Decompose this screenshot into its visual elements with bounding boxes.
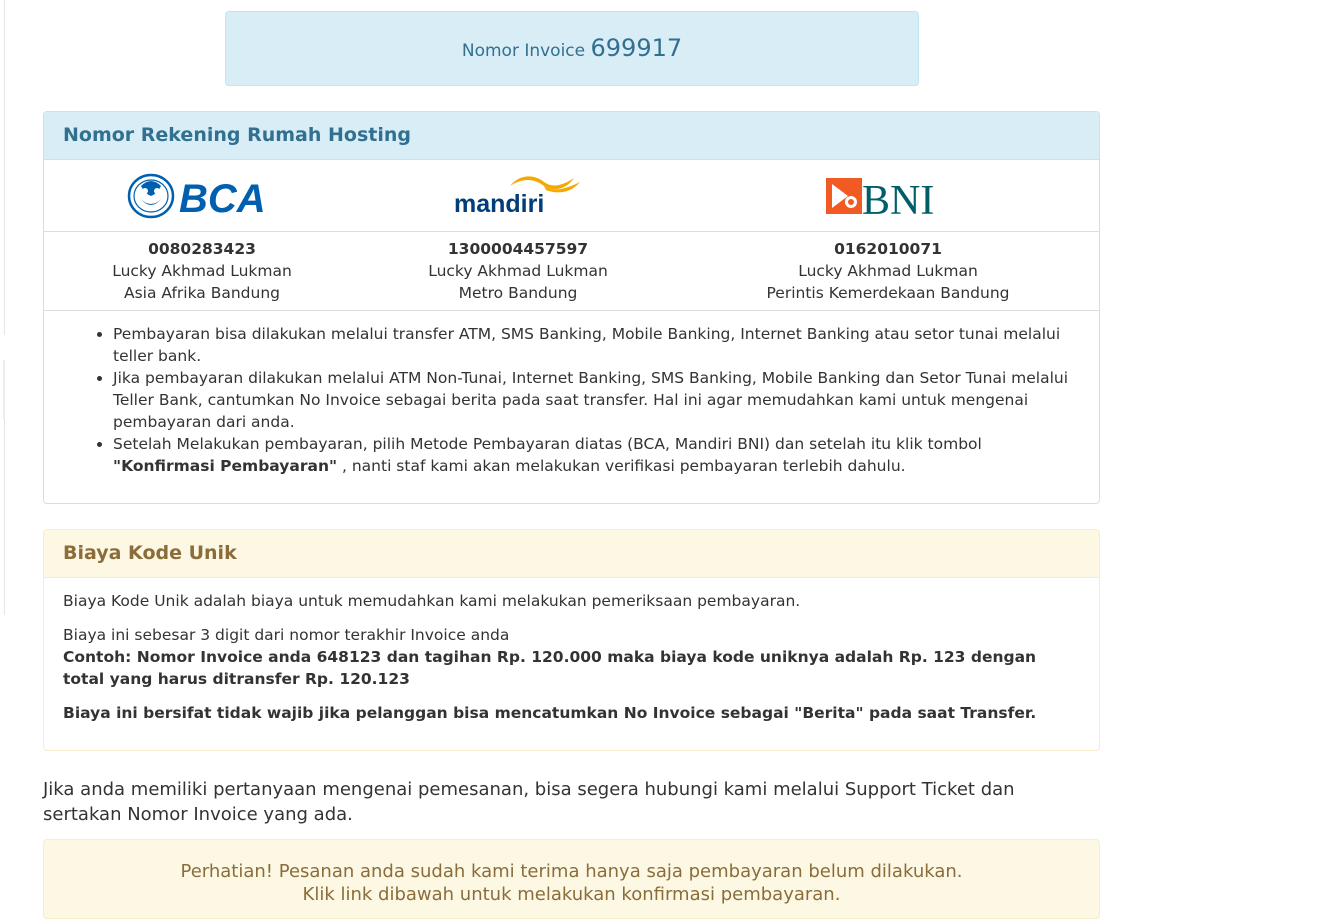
bca-logo-text: BCA [179,177,266,220]
account-number: 1300004457597 [447,240,589,258]
bank-accounts-row: 0080283423 Lucky Akhmad Lukman Asia Afri… [44,232,1099,311]
unique-code-amount: Biaya ini sebesar 3 digit dari nomor ter… [63,626,510,644]
invoice-number: 699917 [590,34,683,62]
bni-logo[interactable]: BNI [758,160,1018,231]
account-branch: Asia Afrika Bandung [123,284,280,302]
account-holder: Lucky Akhmad Lukman [798,262,978,280]
account-number: 0080283423 [148,240,256,258]
unique-code-body: Biaya Kode Unik adalah biaya untuk memud… [44,578,1099,724]
invoice-label: Nomor Invoice [461,41,586,61]
account-branch: Perintis Kemerdekaan Bandung [766,284,1010,302]
bank-panel-title: Nomor Rekening Rumah Hosting [44,112,1099,160]
list-item: Setelah Melakukan pembayaran, pilih Meto… [113,433,1073,477]
bank-logos-row: BCA mandiri BNI [44,160,1099,232]
left-sidebar-edge [0,0,6,901]
account-holder: Lucky Akhmad Lukman [112,262,292,280]
list-item: Jika pembayaran dilakukan melalui ATM No… [113,367,1073,433]
confirm-payment-term: "Konfirmasi Pembayaran" [113,457,338,475]
account-branch: Metro Bandung [458,284,578,302]
unique-code-panel: Biaya Kode Unik Biaya Kode Unik adalah b… [43,529,1100,751]
bni-logo-text: BNI [862,178,934,220]
invoice-number-alert: Nomor Invoice 699917 [225,11,919,86]
bank-accounts-panel: Nomor Rekening Rumah Hosting BCA mandiri [43,111,1100,504]
note-text: Setelah Melakukan pembayaran, pilih Meto… [113,435,982,453]
mandiri-logo[interactable]: mandiri [418,160,618,231]
account-holder: Lucky Akhmad Lukman [428,262,608,280]
attention-line-1: Perhatian! Pesanan anda sudah kami terim… [180,861,963,882]
note-text: , nanti staf kami akan melakukan verifik… [337,457,906,475]
bca-logo[interactable]: BCA [102,160,302,231]
unique-code-example: Contoh: Nomor Invoice anda 648123 dan ta… [63,648,1037,688]
unique-code-description: Biaya Kode Unik adalah biaya untuk memud… [63,592,801,610]
unique-code-detail: Biaya ini sebesar 3 digit dari nomor ter… [63,624,1080,690]
list-item: Pembayaran bisa dilakukan melalui transf… [113,323,1073,367]
unique-code-note-wrap: Biaya ini bersifat tidak wajib jika pela… [63,702,1080,724]
unique-code-title: Biaya Kode Unik [44,530,1099,578]
mandiri-account: 1300004457597 Lucky Akhmad Lukman Metro … [418,238,618,304]
unique-code-note: Biaya ini bersifat tidak wajib jika pela… [63,704,1037,722]
support-question-text: Jika anda memiliki pertanyaan mengenai p… [43,779,1015,825]
mandiri-logo-text: mandiri [454,190,544,218]
attention-alert: Perhatian! Pesanan anda sudah kami terim… [43,839,1100,919]
account-number: 0162010071 [834,240,942,258]
bni-account: 0162010071 Lucky Akhmad Lukman Perintis … [758,238,1018,304]
attention-line-2: Klik link dibawah untuk melakukan konfir… [302,884,841,905]
bca-account: 0080283423 Lucky Akhmad Lukman Asia Afri… [102,238,302,304]
payment-notes-list: Pembayaran bisa dilakukan melalui transf… [44,323,1073,477]
